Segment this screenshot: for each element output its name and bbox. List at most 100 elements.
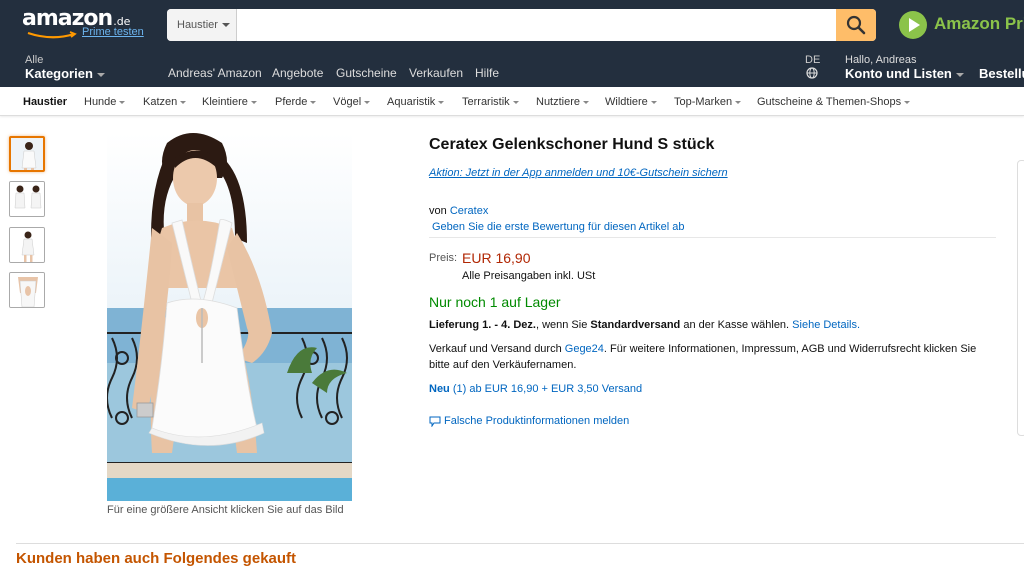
chevron-down-icon (512, 100, 519, 104)
subnav-katzen[interactable]: Katzen (143, 96, 187, 108)
prime-trial-link[interactable]: Prime testen (82, 26, 144, 38)
subnav-label: Kleintiere (202, 96, 248, 108)
stock-status: Nur noch 1 auf Lager (429, 294, 561, 310)
seller-prefix: Verkauf und Versand durch (429, 343, 565, 355)
search-icon (846, 15, 866, 35)
product-thumbnail-image (10, 182, 44, 216)
chevron-down-icon (180, 100, 187, 104)
section-divider (16, 543, 1024, 544)
orders-link[interactable]: Bestellu (979, 66, 1024, 81)
product-thumbnail[interactable] (9, 227, 45, 263)
seller-info: Verkauf und Versand durch Gege24. Für we… (429, 341, 999, 373)
product-photo (107, 133, 352, 501)
subnav-label: Gutscheine & Themen-Shops (757, 96, 902, 108)
subnav-haustier[interactable]: Haustier (23, 96, 67, 108)
chevron-down-icon (96, 72, 105, 77)
search-category-dropdown[interactable]: Haustier (167, 9, 237, 41)
delivery-details-link[interactable]: Siehe Details. (792, 319, 860, 331)
play-icon[interactable] (898, 10, 928, 40)
delivery-text: an der Kasse wählen. (680, 319, 793, 331)
subnav-label: Pferde (275, 96, 308, 108)
delivery-date: Lieferung 1. - 4. Dez. (429, 319, 536, 331)
nav-link-verkaufen[interactable]: Verkaufen (409, 66, 463, 80)
language-label[interactable]: DE (805, 54, 820, 66)
search-bar: Haustier (167, 9, 876, 41)
chevron-down-icon (310, 100, 317, 104)
vat-note: Alle Preisangaben inkl. USt (462, 270, 596, 282)
delivery-info: Lieferung 1. - 4. Dez., wenn Sie Standar… (429, 319, 860, 331)
product-title: Ceratex Gelenkschoner Hund S stück (429, 136, 715, 153)
globe-icon[interactable] (806, 67, 818, 79)
account-menu[interactable]: Konto und Listen (845, 66, 964, 81)
subnav-gutscheine-themen[interactable]: Gutscheine & Themen-Shops (757, 96, 911, 108)
product-price: EUR 16,90 (462, 250, 531, 266)
new-offers-link[interactable]: Neu (1) ab EUR 16,90 + EUR 3,50 Versand (429, 383, 642, 395)
chevron-down-icon (583, 100, 590, 104)
buy-box-edge (1017, 160, 1024, 436)
product-thumbnail-image (10, 228, 44, 262)
product-thumbnail-image (10, 273, 44, 307)
price-label: Preis: (429, 252, 458, 264)
subnav-top-marken[interactable]: Top-Marken (674, 96, 742, 108)
subnav-terraristik[interactable]: Terraristik (462, 96, 519, 108)
subnav-label: Terraristik (462, 96, 510, 108)
main-product-image[interactable] (107, 133, 352, 501)
chevron-down-icon (904, 100, 911, 104)
search-button[interactable] (836, 9, 876, 41)
subnav-pferde[interactable]: Pferde (275, 96, 317, 108)
categories-small-label: Alle (25, 54, 44, 66)
product-thumbnail[interactable] (9, 136, 45, 172)
report-label: Falsche Produktinformationen melden (444, 415, 630, 427)
categories-label: Kategorien (25, 66, 93, 81)
subnav-nutztiere[interactable]: Nutztiere (536, 96, 590, 108)
brand-line: von Ceratex (429, 205, 488, 217)
write-review-link[interactable]: Geben Sie die erste Bewertung für diesen… (432, 221, 685, 233)
new-offer-label: Neu (429, 383, 450, 395)
nav-link-andreas-amazon[interactable]: Andreas' Amazon (168, 66, 262, 80)
subnav-label: Katzen (143, 96, 178, 108)
subnav-wildtiere[interactable]: Wildtiere (605, 96, 657, 108)
chevron-down-icon (955, 72, 964, 77)
subnav-label: Hunde (84, 96, 117, 108)
seller-link[interactable]: Gege24 (565, 343, 604, 355)
subnav-label: Vögel (333, 96, 362, 108)
product-thumbnail[interactable] (9, 181, 45, 217)
divider (429, 237, 996, 238)
delivery-text: , wenn Sie (535, 319, 591, 331)
search-input[interactable] (238, 9, 834, 41)
account-greeting: Hallo, Andreas (845, 54, 917, 66)
product-thumbnail[interactable] (9, 272, 45, 308)
promo-link[interactable]: Aktion: Jetzt in der App anmelden und 10… (429, 167, 728, 179)
brand-prefix: von (429, 205, 447, 217)
subnav-label: Top-Marken (674, 96, 733, 108)
subnav-label: Nutztiere (536, 96, 581, 108)
chevron-down-icon (735, 100, 742, 104)
product-thumbnail-image (11, 138, 43, 170)
subnav-hunde[interactable]: Hunde (84, 96, 126, 108)
nav-link-hilfe[interactable]: Hilfe (475, 66, 499, 80)
account-label: Konto und Listen (845, 66, 952, 81)
categories-menu[interactable]: Kategorien (25, 66, 105, 81)
nav-link-gutscheine[interactable]: Gutscheine (336, 66, 397, 80)
prime-video-label[interactable]: Amazon Pri (934, 14, 1024, 34)
logo-smile-icon (27, 31, 77, 39)
subnav-label: Aquaristik (387, 96, 436, 108)
chevron-down-icon (438, 100, 445, 104)
report-incorrect-info-link[interactable]: Falsche Produktinformationen melden (429, 415, 629, 427)
brand-link[interactable]: Ceratex (450, 205, 489, 217)
subnav-kleintiere[interactable]: Kleintiere (202, 96, 257, 108)
subnav-voegel[interactable]: Vögel (333, 96, 371, 108)
image-caption: Für eine größere Ansicht klicken Sie auf… (107, 504, 344, 516)
chevron-down-icon (250, 100, 257, 104)
speech-bubble-icon (429, 416, 441, 427)
chevron-down-icon (650, 100, 657, 104)
chevron-down-icon (221, 23, 230, 28)
chevron-down-icon (119, 100, 126, 104)
chevron-down-icon (364, 100, 371, 104)
subnav-aquaristik[interactable]: Aquaristik (387, 96, 445, 108)
nav-link-angebote[interactable]: Angebote (272, 66, 323, 80)
search-category-label: Haustier (177, 19, 218, 31)
subnav-label: Wildtiere (605, 96, 648, 108)
also-bought-heading: Kunden haben auch Folgendes gekauft (16, 550, 297, 567)
new-offer-text: (1) ab EUR 16,90 + EUR 3,50 Versand (449, 383, 643, 395)
